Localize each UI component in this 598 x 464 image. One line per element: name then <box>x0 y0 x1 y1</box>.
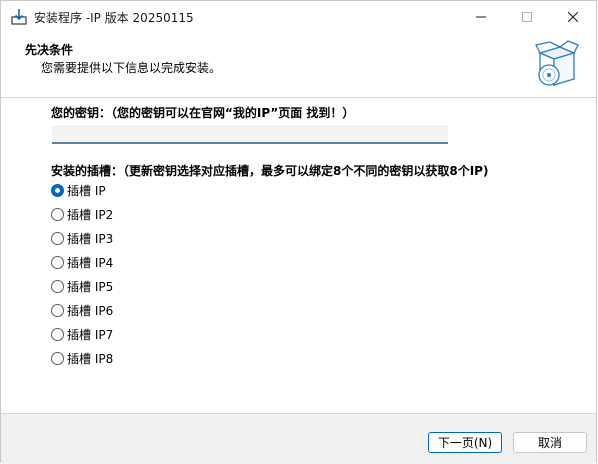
page-subtitle: 您需要提供以下信息以完成安装。 <box>41 61 222 75</box>
close-button[interactable] <box>550 1 596 33</box>
radio-button[interactable] <box>51 327 64 341</box>
close-icon <box>568 12 578 22</box>
slot-option-ip2[interactable]: 插槽 IP2 <box>51 205 113 223</box>
key-label: 您的密钥：（您的密钥可以在官网“我的IP”页面 找到！） <box>51 106 355 120</box>
key-input[interactable] <box>52 125 448 144</box>
slot-label: 插槽 IP <box>67 183 106 198</box>
radio-button[interactable] <box>51 303 64 317</box>
slot-label: 插槽 IP6 <box>67 303 114 318</box>
radio-button-checked[interactable] <box>51 183 64 197</box>
slot-label: 插槽 IP5 <box>67 279 114 294</box>
title-bar[interactable]: 安装程序 -IP 版本 20250115 <box>1 1 596 33</box>
page-title: 先决条件 <box>25 43 74 57</box>
radio-button[interactable] <box>51 231 64 245</box>
slot-option-ip[interactable]: 插槽 IP <box>51 181 106 199</box>
window-title: 安装程序 -IP 版本 20250115 <box>34 11 194 25</box>
radio-button[interactable] <box>51 255 64 269</box>
wizard-header: 先决条件 您需要提供以下信息以完成安装。 <box>1 33 596 97</box>
slot-label: 插槽 IP2 <box>67 207 114 222</box>
radio-button[interactable] <box>51 351 64 365</box>
maximize-icon <box>522 12 532 22</box>
slots-label: 安装的插槽：（更新密钥选择对应插槽，最多可以绑定8个不同的密钥以获取8个IP) <box>51 164 489 178</box>
radio-button[interactable] <box>51 279 64 293</box>
minimize-icon <box>476 16 486 18</box>
cancel-button[interactable]: 取消 <box>513 432 587 453</box>
minimize-button[interactable] <box>458 1 504 33</box>
next-button[interactable]: 下一页(N) <box>428 432 502 453</box>
slot-label: 插槽 IP4 <box>67 255 114 270</box>
maximize-button[interactable] <box>504 1 550 33</box>
installer-icon <box>11 9 27 25</box>
slot-option-ip4[interactable]: 插槽 IP4 <box>51 253 113 271</box>
radio-button[interactable] <box>51 207 64 221</box>
setup-box-icon <box>535 40 579 86</box>
slot-option-ip3[interactable]: 插槽 IP3 <box>51 229 113 247</box>
wizard-footer: 下一页(N) 取消 <box>1 414 596 464</box>
slot-label: 插槽 IP8 <box>67 351 114 366</box>
installer-window: 安装程序 -IP 版本 20250115 先决条件 您需要提供以下信息以完成安装… <box>0 0 597 464</box>
wizard-content: 您的密钥：（您的密钥可以在官网“我的IP”页面 找到！） 安装的插槽：（更新密钥… <box>1 98 596 414</box>
slot-option-ip6[interactable]: 插槽 IP6 <box>51 301 113 319</box>
slot-option-ip8[interactable]: 插槽 IP8 <box>51 349 113 367</box>
slot-label: 插槽 IP7 <box>67 327 114 342</box>
slot-option-ip7[interactable]: 插槽 IP7 <box>51 325 113 343</box>
slot-option-ip5[interactable]: 插槽 IP5 <box>51 277 113 295</box>
slot-label: 插槽 IP3 <box>67 231 114 246</box>
